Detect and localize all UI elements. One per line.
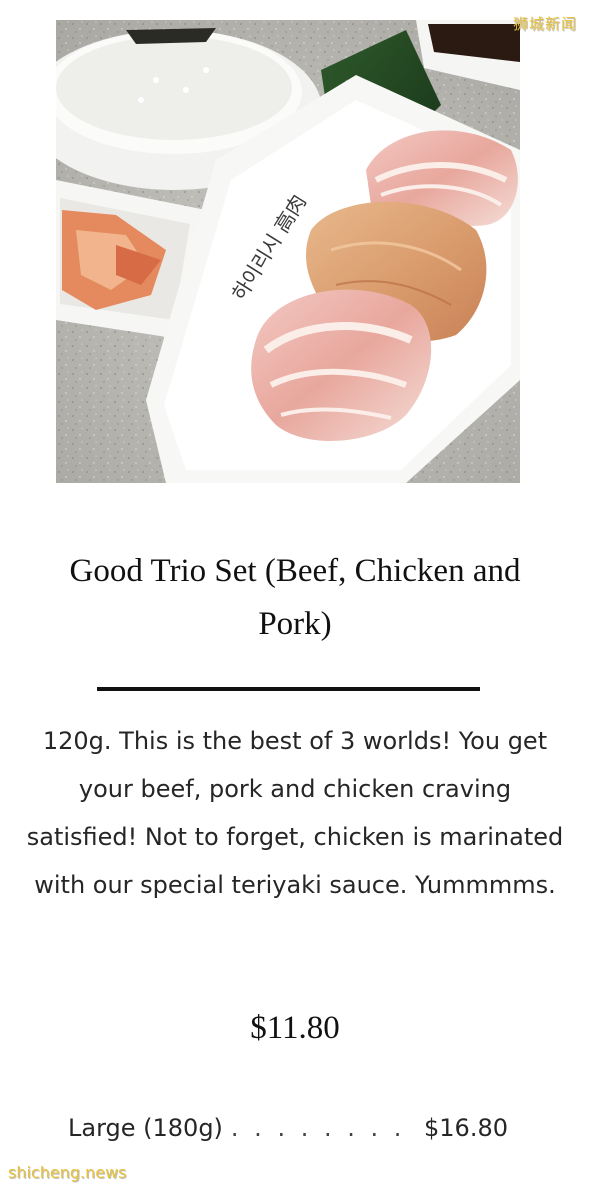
product-photo: 하이리시 高肉 <box>56 20 520 483</box>
variant-row-large[interactable]: Large (180g) . . . . . . . . . . . . . .… <box>68 1114 508 1142</box>
variant-price: $16.80 <box>424 1114 508 1142</box>
watermark-logo-top: 狮城新闻 <box>512 15 577 33</box>
variant-leader-dots: . . . . . . . . . . . . . . . . . . . . … <box>230 1114 416 1142</box>
title-divider <box>97 687 480 691</box>
watermark-logo-bottom: shicheng.news <box>8 1163 127 1182</box>
product-description: 120g. This is the best of 3 worlds! You … <box>26 727 564 899</box>
variant-label: Large (180g) <box>68 1114 223 1142</box>
product-price: $11.80 <box>250 1010 340 1046</box>
product-title: Good Trio Set (Beef, Chicken and Pork) <box>69 553 521 642</box>
